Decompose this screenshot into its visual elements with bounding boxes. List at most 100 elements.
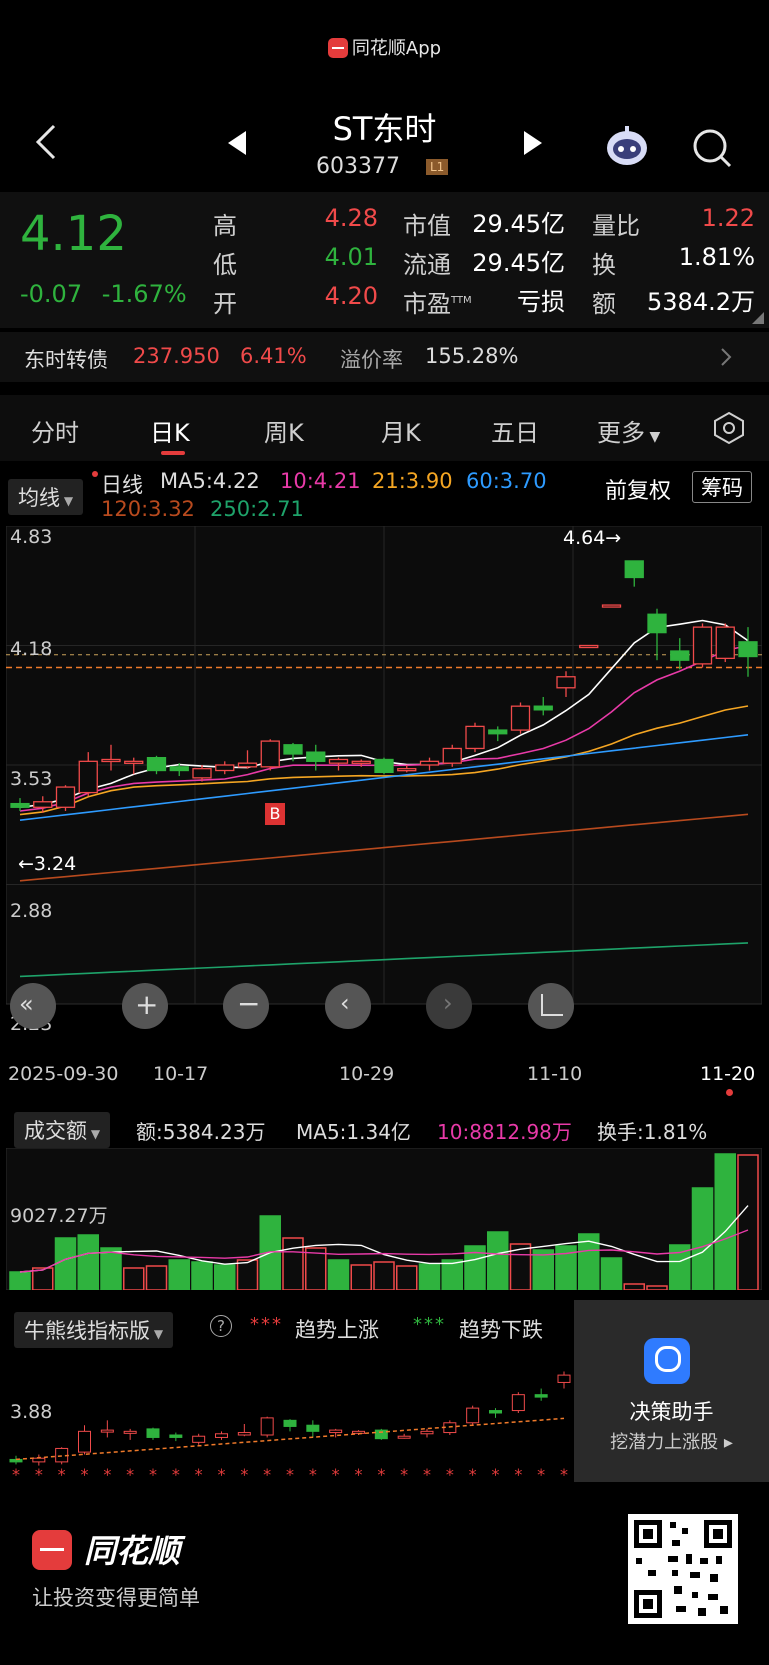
zoom-out-button[interactable]: − <box>223 983 269 1029</box>
y-label: 3.53 <box>10 768 53 790</box>
pan-left-button[interactable]: ‹ <box>325 983 371 1029</box>
expand-corner-icon[interactable] <box>752 312 764 324</box>
fullscreen-icon <box>541 994 563 1016</box>
search-icon[interactable] <box>690 126 734 170</box>
candle-body <box>78 760 98 794</box>
candle-body <box>397 768 417 772</box>
candle-body <box>488 729 508 735</box>
adjust-mode[interactable]: 前复权 <box>605 473 671 505</box>
candle-body <box>192 768 212 779</box>
volume-ratio-value: 1.22 <box>701 204 755 232</box>
candle-body <box>670 650 690 661</box>
last-price: 4.12 <box>20 206 127 262</box>
volume-bar <box>669 1244 691 1290</box>
candle-body <box>169 766 189 772</box>
y-label: 4.18 <box>10 638 53 660</box>
decision-assistant-panel[interactable]: 决策助手 挖潜力上涨股 ▸ <box>574 1300 769 1482</box>
volume-bar <box>373 1261 395 1290</box>
bond-price: 237.950 <box>133 344 220 368</box>
indicator-body <box>169 1434 183 1438</box>
indicator-body <box>306 1424 320 1432</box>
tab-weekly[interactable]: 周K <box>264 413 304 448</box>
trend-up-dot: * <box>560 1465 568 1482</box>
double-chevron-left-icon: « <box>19 990 34 1018</box>
tab-five-day[interactable]: 五日 <box>491 413 539 448</box>
tab-monthly[interactable]: 月K <box>381 413 421 448</box>
kline-chart[interactable] <box>6 526 762 1046</box>
buy-marker[interactable]: B <box>265 803 285 825</box>
stock-code: 603377 <box>316 154 400 179</box>
volume-bar <box>714 1153 736 1290</box>
ma-selector[interactable]: 均线 ▼ <box>8 479 84 515</box>
indicator-body <box>9 1458 23 1463</box>
open-label: 开 <box>213 290 237 318</box>
zoom-in-button[interactable]: + <box>122 983 168 1029</box>
indicator-body <box>511 1394 525 1412</box>
pe-label: 市盈TTM <box>403 290 472 318</box>
low-label: 低 <box>213 251 237 279</box>
volume-bar <box>145 1265 168 1290</box>
candle-body <box>351 760 371 764</box>
volume-amount: 额:5384.23万 <box>136 1120 266 1144</box>
tab-intraday[interactable]: 分时 <box>31 413 79 448</box>
next-stock-icon[interactable] <box>522 130 544 156</box>
candle-body <box>419 760 440 766</box>
premium-value: 155.28% <box>425 344 519 368</box>
date-label: 10-17 <box>153 1063 209 1085</box>
volume-level-label: 9027.27万 <box>10 1205 108 1227</box>
volume-chart[interactable] <box>6 1148 762 1290</box>
volume-selector[interactable]: 成交额 ▼ <box>14 1112 111 1148</box>
settings-hexagon-icon[interactable] <box>712 411 746 445</box>
indicator-body <box>215 1433 228 1438</box>
volume-bar <box>77 1234 99 1290</box>
convertible-bond-row[interactable]: 东时转债 237.950 6.41% 溢价率 155.28% <box>0 332 769 382</box>
down-legend: 趋势下跌 <box>459 1318 543 1342</box>
trend-up-dot: * <box>537 1465 545 1482</box>
help-icon[interactable]: ? <box>210 1315 232 1337</box>
volume-ma5: MA5:1.34亿 <box>296 1120 411 1144</box>
caret-down-icon: ▼ <box>150 1327 164 1341</box>
chevron-left-icon: ‹ <box>340 989 350 1017</box>
level-badge: L1 <box>426 159 449 175</box>
down-dots-icon: *** <box>413 1314 446 1335</box>
robot-assistant-icon[interactable] <box>603 124 651 168</box>
app-logo-icon <box>327 38 348 58</box>
trend-up-dot: * <box>218 1465 226 1482</box>
candle-body <box>328 758 349 764</box>
footer-slogan: 让投资变得更简单 <box>32 1586 200 1610</box>
trend-up-dot: * <box>469 1465 477 1482</box>
ma-legend: 均线 ▼ 日线 MA5:4.22 10:4.21 21:3.90 60:3.70… <box>0 465 769 525</box>
fullscreen-button[interactable] <box>528 983 574 1029</box>
trend-up-dot: * <box>492 1465 500 1482</box>
tab-more[interactable]: 更多 ▼ <box>597 413 660 448</box>
caret-down-icon: ▼ <box>87 1127 101 1141</box>
date-label: 11-10 <box>527 1063 583 1085</box>
ma-line-name: 日线 <box>101 473 143 497</box>
indicator-chart[interactable]: * * * * * * * * * * * * * * * * * * * * * * * * * <box>6 1350 574 1482</box>
candle-body <box>33 801 53 808</box>
candle-body <box>579 644 599 649</box>
low-note: ←3.24 <box>18 853 77 875</box>
indicator-body <box>78 1430 91 1453</box>
indicator-body <box>352 1430 365 1434</box>
candle-body <box>215 764 235 772</box>
indicator-body <box>32 1457 46 1463</box>
indicator-body <box>192 1435 206 1443</box>
turnover-value: 1.81% <box>678 243 755 271</box>
candle-body <box>146 756 167 772</box>
pan-right-button[interactable]: › <box>426 983 472 1029</box>
indicator-selector[interactable]: 牛熊线指标版 ▼ <box>14 1312 174 1348</box>
volume-bar <box>168 1259 190 1290</box>
up-legend: 趋势上涨 <box>295 1318 379 1342</box>
tab-daily[interactable]: 日K <box>150 413 190 448</box>
volume-bar <box>191 1261 213 1290</box>
up-dots-icon: *** <box>250 1314 283 1335</box>
volume-bar <box>236 1259 259 1290</box>
indicator-body <box>283 1419 297 1427</box>
chips-button[interactable]: 筹码 <box>692 471 752 503</box>
rewind-button[interactable]: « <box>10 983 56 1029</box>
date-label: 11-20 <box>700 1063 756 1085</box>
ma250-value: 250:2.71 <box>210 497 304 521</box>
indicator-body <box>534 1394 548 1398</box>
app-brand: 同花顺App <box>0 34 769 60</box>
